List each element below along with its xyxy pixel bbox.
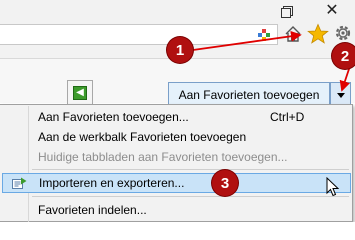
menu-item-label: Huidige tabbladen aan Favorieten toevoeg…: [38, 150, 288, 164]
annotation-number: 2: [340, 47, 350, 65]
menu-item-label: Favorieten indelen...: [38, 203, 147, 217]
settings-gear-icon[interactable]: [333, 23, 353, 43]
annotation-step-3: 3: [212, 170, 238, 196]
menu-separator: [32, 196, 349, 197]
address-bar[interactable]: [0, 24, 278, 45]
home-icon[interactable]: [284, 25, 302, 43]
restore-button[interactable]: [263, 0, 309, 22]
favorites-star-icon[interactable]: [307, 23, 329, 45]
import-export-icon: [12, 177, 27, 189]
annotation-step-2: 2: [332, 43, 355, 69]
restore-icon: [281, 6, 293, 18]
add-to-favorites-label: Aan Favorieten toevoegen: [178, 88, 320, 102]
menu-item-import-export[interactable]: Importeren en exporteren...: [2, 173, 351, 193]
annotation-number: 3: [220, 174, 230, 192]
menu-item-add-current-tabs: Huidige tabbladen aan Favorieten toevoeg…: [2, 147, 351, 167]
menu-separator: [32, 169, 349, 170]
annotation-step-1: 1: [167, 37, 193, 63]
close-icon: ✕: [325, 2, 339, 19]
window-controls: ✕: [263, 0, 355, 22]
menu-item-add-to-favorites[interactable]: Aan Favorieten toevoegen... Ctrl+D: [2, 107, 351, 127]
menu-item-label: Importeren en exporteren...: [39, 176, 185, 190]
annotation-number: 1: [175, 41, 185, 59]
menu-item-label: Aan Favorieten toevoegen...: [38, 110, 189, 124]
site-favicon-icon: [258, 29, 270, 41]
ie-favorites-screenshot: ✕ ◀ Aan Favorieten toevoegen Aan Favorie…: [0, 0, 355, 222]
menu-item-organize-favorites[interactable]: Favorieten indelen...: [2, 200, 351, 220]
close-button[interactable]: ✕: [309, 0, 355, 22]
favorites-back-button[interactable]: ◀: [67, 80, 93, 106]
menu-item-add-to-favorites-bar[interactable]: Aan de werkbalk Favorieten toevoegen: [2, 127, 351, 147]
menu-item-label: Aan de werkbalk Favorieten toevoegen: [38, 130, 247, 144]
mouse-pointer-icon: [326, 177, 340, 197]
back-arrow-icon: ◀: [73, 86, 87, 100]
menu-item-shortcut: Ctrl+D: [270, 110, 305, 124]
dropdown-arrow-icon: [336, 92, 345, 98]
